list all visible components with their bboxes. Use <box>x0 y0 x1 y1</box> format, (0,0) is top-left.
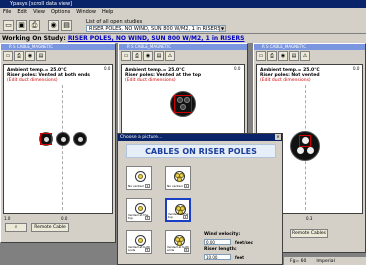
menu-window[interactable]: Window <box>76 8 96 17</box>
window-toolbar: ▭ ⎙ ◉ ▤ <box>1 50 115 62</box>
duct-outline <box>174 95 192 113</box>
window-toolbar: ▭ ⎙ ◉ ▤ ⚠ <box>254 50 365 62</box>
wind-velocity-unit: feet/sec <box>235 240 254 245</box>
picture-option-3[interactable]: Vented at the top 3 <box>126 198 152 222</box>
cable-2[interactable] <box>56 132 70 146</box>
option-label: No vented <box>167 184 183 188</box>
riser-length-label: Riser length: <box>204 247 237 252</box>
edit-duct-link[interactable]: (Edit duct dimensions) <box>125 78 201 83</box>
menu-options[interactable]: Options <box>51 8 70 17</box>
picture-option-4[interactable]: Vented at the top 4 <box>165 198 191 222</box>
print-icon[interactable]: ⎙ <box>132 51 142 61</box>
wind-velocity-label: Wind velocity: <box>204 232 241 237</box>
dialog-titlebar: Choose a picture... ✕ <box>118 134 282 141</box>
study-info: Ambient temp.= 25.0°C Riser poles: Vente… <box>7 68 90 83</box>
cable-icon[interactable]: ◉ <box>48 20 59 31</box>
dialog-heading: CABLES ON RISER POLES <box>126 144 276 158</box>
cable-icon[interactable]: ◉ <box>25 51 35 61</box>
toolbar: ▭ ▣ ⎙ ◉ ▤ List of all open studies RISER… <box>0 17 366 34</box>
save-icon[interactable]: ▣ <box>16 20 27 31</box>
study-window-1[interactable]: R S CABLE_MAGNETIC ▭ ⎙ ◉ ▤ Ambient temp.= 2… <box>0 43 116 243</box>
edit-duct-link[interactable]: (Edit duct dimensions) <box>7 78 90 83</box>
pole-icon <box>174 171 185 182</box>
wind-velocity-input[interactable]: 0.00 <box>204 239 231 245</box>
option-number: 4 <box>183 215 188 219</box>
open-icon[interactable]: ▭ <box>256 51 266 61</box>
status-bar: Fg= 60 Imperial <box>284 256 366 265</box>
option-number: 1 <box>145 184 150 188</box>
working-study-link[interactable]: RISER POLES, NO WIND, SUN 800 W/M2, 1 in… <box>68 35 245 42</box>
edit-duct-link[interactable]: (Edit duct dimensions) <box>260 78 320 83</box>
riser-length-unit: feet <box>235 255 245 260</box>
study-window-2[interactable]: R S CABLE_MAGNETIC ▭ ⎙ ◉ ▤ ⚠ Ambient temp.= … <box>118 43 248 138</box>
search-cable-button[interactable]: ⌕ <box>5 223 27 232</box>
pole-icon <box>135 171 146 182</box>
menubar: File Edit View Options Window Help <box>0 8 366 17</box>
warning-icon[interactable]: ⚠ <box>165 51 175 61</box>
duct-outline <box>299 135 311 147</box>
menu-edit[interactable]: Edit <box>17 8 27 17</box>
picture-option-5[interactable]: Vented at both ends 5 <box>126 230 152 254</box>
open-icon[interactable]: ▭ <box>121 51 131 61</box>
chart-icon[interactable]: ▤ <box>36 51 46 61</box>
print-icon[interactable]: ⎙ <box>267 51 277 61</box>
option-number: 5 <box>145 248 150 252</box>
menu-file[interactable]: File <box>3 8 11 17</box>
y-top-label: 0.0 <box>234 66 241 71</box>
option-label: No vented <box>128 184 144 188</box>
menu-help[interactable]: Help <box>102 8 113 17</box>
choose-picture-dialog: Choose a picture... ✕ CABLES ON RISER PO… <box>117 133 283 265</box>
cable-plot: Ambient temp.= 25.0°C Riser poles: Vente… <box>121 64 245 136</box>
riser-length-input[interactable]: 10.00 <box>204 254 231 260</box>
cable-icon[interactable]: ◉ <box>278 51 288 61</box>
chevron-down-icon[interactable]: ▼ <box>219 26 225 31</box>
studies-selected-value: RISER POLES, NO WIND, SUN 800 W/M2, 1 in… <box>89 26 221 32</box>
picture-option-2[interactable]: No vented 2 <box>165 166 191 190</box>
print-icon[interactable]: ⎙ <box>14 51 24 61</box>
remote-cable-button[interactable]: Remote Cable <box>31 223 69 232</box>
close-icon[interactable]: ✕ <box>275 134 281 140</box>
option-number: 6 <box>184 248 189 252</box>
cable-3[interactable] <box>73 132 87 146</box>
x-right-label: 0.3 <box>306 216 313 221</box>
printer-icon[interactable]: ⎙ <box>29 20 40 31</box>
chart-icon[interactable]: ▤ <box>154 51 164 61</box>
chart-icon[interactable]: ▤ <box>289 51 299 61</box>
option-number: 3 <box>145 216 150 220</box>
status-frequency: Fg= 60 <box>290 259 307 264</box>
option-number: 2 <box>184 184 189 188</box>
dialog-title: Choose a picture... <box>120 135 163 140</box>
chart-icon[interactable]: ▤ <box>61 20 72 31</box>
y-top-label: 0.0 <box>353 66 360 71</box>
remote-cables-button[interactable]: Remote Cables <box>290 229 328 238</box>
open-icon[interactable]: ▭ <box>3 51 13 61</box>
folder-icon[interactable]: ▭ <box>3 20 14 31</box>
center-line <box>62 85 63 210</box>
app-titlebar: Ypasys [scroll data view] <box>0 0 366 8</box>
study-info: Ambient temp.= 25.0°C Riser poles: Not v… <box>260 68 320 83</box>
app-title: Ypasys [scroll data view] <box>10 1 73 7</box>
status-units: Imperial <box>316 259 335 264</box>
menu-view[interactable]: View <box>33 8 45 17</box>
window-toolbar: ▭ ⎙ ◉ ▤ ⚠ <box>119 50 247 62</box>
picture-option-1[interactable]: No vented 1 <box>126 166 152 190</box>
app-window: Ypasys [scroll data view] File Edit View… <box>0 0 366 265</box>
studies-dropdown[interactable]: RISER POLES, NO WIND, SUN 800 W/M2, 1 in… <box>86 25 226 32</box>
study-info: Ambient temp.= 25.0°C Riser poles: Vente… <box>125 68 201 83</box>
working-study-bar: Working On Study: RISER POLES, NO WIND, … <box>2 35 244 42</box>
working-label: Working On Study: <box>2 35 66 42</box>
x-left-label: 1.0 <box>4 216 11 221</box>
x-right-label: 0.0 <box>61 216 68 221</box>
cable-icon[interactable]: ◉ <box>143 51 153 61</box>
picture-option-6[interactable]: Vented at both ends 6 <box>165 230 191 254</box>
duct-outline <box>40 133 52 145</box>
warning-icon[interactable]: ⚠ <box>300 51 310 61</box>
y-top-label: 0.0 <box>104 66 111 71</box>
cable-plot: Ambient temp.= 25.0°C Riser poles: Vente… <box>3 64 113 214</box>
